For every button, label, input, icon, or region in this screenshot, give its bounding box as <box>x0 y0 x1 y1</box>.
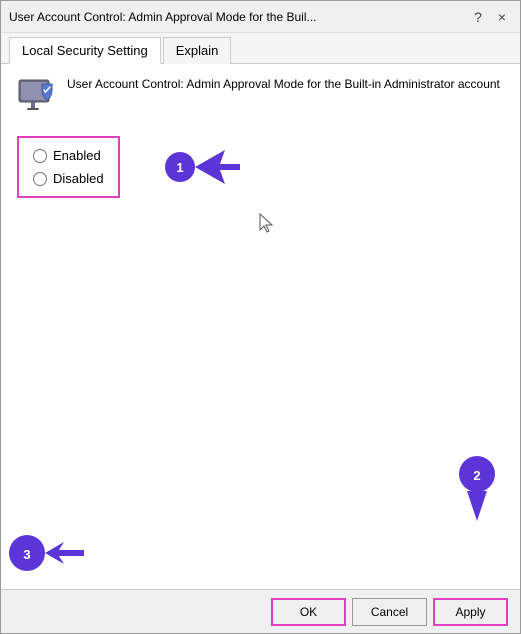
cursor <box>256 212 276 239</box>
tab-label: Local Security Setting <box>22 43 148 58</box>
help-button[interactable]: ? <box>468 7 488 27</box>
window: User Account Control: Admin Approval Mod… <box>0 0 521 634</box>
annotation-1: 1 <box>165 142 245 195</box>
tab-explain[interactable]: Explain <box>163 37 232 64</box>
radio-disabled[interactable] <box>33 172 47 186</box>
title-bar: User Account Control: Admin Approval Mod… <box>1 1 520 33</box>
content-area: User Account Control: Admin Approval Mod… <box>1 64 520 589</box>
close-button[interactable]: × <box>492 7 512 27</box>
radio-option-enabled[interactable]: Enabled <box>33 148 104 163</box>
tab-label: Explain <box>176 43 219 58</box>
title-bar-controls: ? × <box>468 7 512 27</box>
tab-local-security-setting[interactable]: Local Security Setting <box>9 37 161 64</box>
tab-bar: Local Security Setting Explain <box>1 33 520 64</box>
radio-enabled-label[interactable]: Enabled <box>53 148 101 163</box>
annotation-1-arrow: 1 <box>165 142 245 192</box>
setting-icon <box>17 76 57 116</box>
apply-button[interactable]: Apply <box>433 598 508 626</box>
radio-enabled[interactable] <box>33 149 47 163</box>
setting-title: User Account Control: Admin Approval Mod… <box>67 76 500 93</box>
footer: OK Cancel Apply <box>1 589 520 633</box>
svg-text:2: 2 <box>473 468 480 483</box>
cancel-button[interactable]: Cancel <box>352 598 427 626</box>
radio-disabled-label[interactable]: Disabled <box>53 171 104 186</box>
svg-text:3: 3 <box>23 547 30 562</box>
annotation-3: 3 <box>9 528 89 581</box>
annotation-2: 2 <box>452 456 502 529</box>
ok-button[interactable]: OK <box>271 598 346 626</box>
annotation-2-arrow: 2 <box>452 456 502 526</box>
window-title: User Account Control: Admin Approval Mod… <box>9 10 468 24</box>
setting-header: User Account Control: Admin Approval Mod… <box>17 76 504 116</box>
options-box: Enabled Disabled <box>17 136 120 198</box>
annotation-3-arrow: 3 <box>9 528 89 578</box>
svg-text:1: 1 <box>176 160 183 175</box>
radio-option-disabled[interactable]: Disabled <box>33 171 104 186</box>
